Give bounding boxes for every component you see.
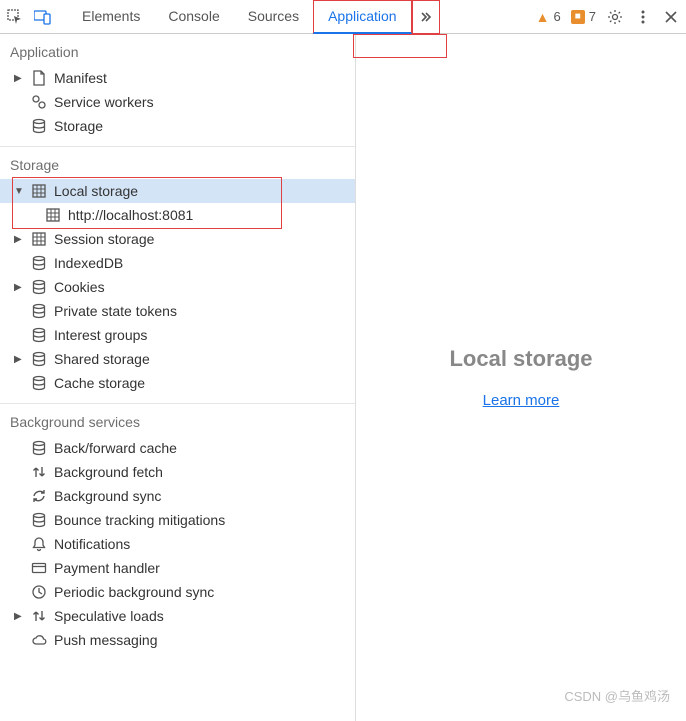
issue-icon: ■ [571, 10, 585, 24]
chevron-right-icon: ▶ [14, 611, 24, 622]
db-icon [30, 374, 48, 392]
tree-item-indexeddb[interactable]: IndexedDB [0, 251, 355, 275]
watermark: CSDN @乌鱼鸡汤 [564, 686, 670, 705]
tree-item-label: Speculative loads [54, 608, 164, 624]
panel-tabs: Elements Console Sources Application [68, 0, 440, 34]
tree-item-label: Cache storage [54, 375, 145, 391]
chevron-right-icon: ▶ [14, 354, 24, 365]
db-icon [30, 302, 48, 320]
tree-item-private-state-tokens[interactable]: Private state tokens [0, 299, 355, 323]
issues-count: 7 [589, 9, 596, 24]
tree-item-notifications[interactable]: Notifications [0, 532, 355, 556]
grid-icon [30, 230, 48, 248]
content: Application ▶ Manifest Service workers Stora… [0, 34, 686, 721]
tree-item-child[interactable]: http://localhost:8081 [0, 203, 355, 227]
tab-elements[interactable]: Elements [68, 0, 154, 34]
tree-item-push-messaging[interactable]: Push messaging [0, 628, 355, 652]
tree-item-manifest[interactable]: ▶ Manifest [0, 66, 355, 90]
tree-item-bounce-tracking-mitigations[interactable]: Bounce tracking mitigations [0, 508, 355, 532]
tree-item-label: Cookies [54, 279, 105, 295]
tree-item-storage[interactable]: Storage [0, 114, 355, 138]
card-icon [30, 559, 48, 577]
tree-item-cookies[interactable]: ▶ Cookies [0, 275, 355, 299]
tab-sources[interactable]: Sources [234, 0, 313, 34]
tree-item-speculative-loads[interactable]: ▶ Speculative loads [0, 604, 355, 628]
db-icon [30, 278, 48, 296]
tree-item-cache-storage[interactable]: Cache storage [0, 371, 355, 395]
file-icon [30, 69, 48, 87]
updown-icon [30, 607, 48, 625]
sidebar: Application ▶ Manifest Service workers Stora… [0, 34, 356, 721]
chevron-right-icon: ▶ [14, 234, 24, 245]
tree-item-label: Bounce tracking mitigations [54, 512, 225, 528]
tree-item-label: Session storage [54, 231, 154, 247]
db-icon [30, 117, 48, 135]
db-icon [30, 254, 48, 272]
tree-item-local-storage[interactable]: ▼ Local storage [0, 179, 355, 203]
clock-icon [30, 583, 48, 601]
tree-item-label: Back/forward cache [54, 440, 177, 456]
warnings-count: 6 [554, 9, 561, 24]
section-title: Background services [0, 404, 355, 436]
cloud-icon [30, 631, 48, 649]
tree-item-label: Background fetch [54, 464, 163, 480]
warnings-badge[interactable]: ▲ 6 [536, 9, 561, 25]
tree-item-label: IndexedDB [54, 255, 123, 271]
main-panel: Local storage Learn more CSDN @乌鱼鸡汤 [356, 34, 686, 721]
toolbar-left [6, 8, 52, 26]
tree-item-label: Service workers [54, 94, 154, 110]
db-icon [30, 326, 48, 344]
more-icon[interactable] [634, 8, 652, 26]
gears-icon [30, 93, 48, 111]
tab-application[interactable]: Application [313, 0, 412, 34]
tree-item-service-workers[interactable]: Service workers [0, 90, 355, 114]
tree-item-background-sync[interactable]: Background sync [0, 484, 355, 508]
tree-item-interest-groups[interactable]: Interest groups [0, 323, 355, 347]
db-icon [30, 350, 48, 368]
tree-item-label: Background sync [54, 488, 161, 504]
tree-item-background-fetch[interactable]: Background fetch [0, 460, 355, 484]
tree-item-label: Push messaging [54, 632, 158, 648]
highlight-box [353, 34, 447, 58]
tree-item-label: Notifications [54, 536, 130, 552]
warning-icon: ▲ [536, 9, 550, 25]
section-title: Storage [0, 147, 355, 179]
section-title: Application [0, 34, 355, 66]
settings-icon[interactable] [606, 8, 624, 26]
devtools-toolbar: Elements Console Sources Application ▲ 6… [0, 0, 686, 34]
updown-icon [30, 463, 48, 481]
tree-item-label: Shared storage [54, 351, 150, 367]
grid-icon [30, 182, 48, 200]
tree-item-back-forward-cache[interactable]: Back/forward cache [0, 436, 355, 460]
main-title: Local storage [449, 346, 592, 372]
close-icon[interactable] [662, 8, 680, 26]
bell-icon [30, 535, 48, 553]
tree-item-label: Private state tokens [54, 303, 177, 319]
db-icon [30, 439, 48, 457]
tree-item-label: Storage [54, 118, 103, 134]
chevron-down-icon: ▼ [14, 186, 24, 197]
tree-item-label: http://localhost:8081 [68, 207, 193, 223]
tree-item-periodic-background-sync[interactable]: Periodic background sync [0, 580, 355, 604]
tree-item-label: Interest groups [54, 327, 147, 343]
sync-icon [30, 487, 48, 505]
tree-item-payment-handler[interactable]: Payment handler [0, 556, 355, 580]
tree-item-label: Payment handler [54, 560, 160, 576]
tree-item-shared-storage[interactable]: ▶ Shared storage [0, 347, 355, 371]
inspect-icon[interactable] [6, 8, 24, 26]
grid-icon [44, 206, 62, 224]
tab-overflow-button[interactable] [412, 0, 440, 34]
device-toggle-icon[interactable] [34, 8, 52, 26]
learn-more-link[interactable]: Learn more [483, 392, 560, 409]
db-icon [30, 511, 48, 529]
issues-badge[interactable]: ■ 7 [571, 9, 596, 24]
tree-item-label: Periodic background sync [54, 584, 214, 600]
tab-console[interactable]: Console [154, 0, 233, 34]
tree-item-label: Manifest [54, 70, 107, 86]
tree-item-session-storage[interactable]: ▶ Session storage [0, 227, 355, 251]
chevron-right-icon: ▶ [14, 282, 24, 293]
chevron-right-icon: ▶ [14, 73, 24, 84]
toolbar-right: ▲ 6 ■ 7 [536, 8, 680, 26]
tree-item-label: Local storage [54, 183, 138, 199]
